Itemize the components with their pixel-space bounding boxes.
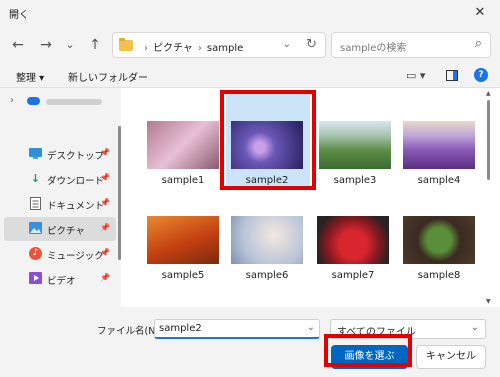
filename-label: ファイル名(N):: [97, 326, 163, 337]
file-name: sample6: [245, 270, 289, 281]
view-mode-icon[interactable]: ▭ ▾: [406, 69, 425, 82]
address-bar[interactable]: › ピクチャ › sample ⌄ ↻: [112, 32, 326, 58]
sidebar-item-label: ミュージック: [47, 251, 104, 262]
pin-icon: 📌: [100, 148, 110, 157]
thumbnail-image: [317, 216, 389, 264]
folder-icon: [119, 38, 133, 51]
download-icon: ↓: [30, 172, 41, 185]
command-bar: 整理 ▾ 新しいフォルダー ▭ ▾ ?: [0, 64, 500, 88]
file-item[interactable]: sample8: [398, 213, 488, 313]
back-arrow-icon[interactable]: ←: [8, 35, 28, 55]
thumbnail-image: [403, 121, 475, 169]
desktop-icon: [29, 147, 42, 160]
file-name: sample4: [417, 175, 461, 186]
organize-button[interactable]: 整理 ▾: [16, 69, 44, 84]
thumbnail-image: [231, 216, 303, 264]
scroll-down-icon[interactable]: ▼: [486, 298, 491, 305]
selection-highlight-frame: [220, 90, 316, 190]
forward-arrow-icon[interactable]: →: [36, 35, 56, 55]
close-icon[interactable]: ✕: [460, 0, 500, 26]
help-icon[interactable]: ?: [474, 68, 488, 82]
pin-icon: 📌: [100, 223, 110, 232]
thumbnail-image: [403, 216, 475, 264]
thumbnail-image: [147, 121, 219, 169]
cloud-icon: [27, 97, 40, 105]
file-name: sample5: [161, 270, 205, 281]
navigation-pane: › デスクトップ 📌 ↓ ダウンロード 📌 ドキュメント 📌 ピクチャ 📌 ♪ …: [0, 88, 121, 307]
new-folder-button[interactable]: 新しいフォルダー: [68, 69, 148, 84]
title-bar: 開く ✕: [0, 0, 500, 26]
thumbnail-image: [319, 121, 391, 169]
pin-icon: 📌: [100, 248, 110, 257]
sidebar-item-documents[interactable]: ドキュメント 📌: [4, 192, 116, 216]
filename-field[interactable]: sample2 ⌄: [154, 319, 320, 339]
sidebar-item-desktop[interactable]: デスクトップ 📌: [4, 142, 116, 166]
documents-icon: [29, 197, 42, 210]
chevron-down-icon[interactable]: ⌄: [307, 322, 315, 333]
breadcrumb-sample[interactable]: sample: [207, 43, 243, 54]
file-item[interactable]: sample1: [142, 118, 232, 218]
recent-locations-icon[interactable]: ⌄: [60, 35, 80, 55]
chevron-down-icon[interactable]: ⌄: [471, 322, 479, 333]
window-title: 開く: [9, 10, 29, 21]
up-arrow-icon[interactable]: ↑: [85, 35, 105, 55]
scroll-up-icon[interactable]: ▲: [486, 90, 491, 97]
onedrive-account[interactable]: ›: [10, 94, 120, 110]
file-name: sample1: [161, 175, 205, 186]
sidebar-item-label: デスクトップ: [47, 151, 105, 162]
breadcrumb: › ピクチャ › sample: [144, 43, 244, 54]
sidebar-item-downloads[interactable]: ↓ ダウンロード 📌: [4, 167, 116, 191]
file-item[interactable]: sample5: [142, 213, 232, 313]
pictures-icon: [29, 222, 42, 235]
pin-icon: 📌: [100, 273, 110, 282]
file-name: sample3: [333, 175, 377, 186]
expand-icon[interactable]: ›: [10, 95, 14, 106]
file-item[interactable]: sample6: [226, 213, 316, 313]
sidebar-item-label: ダウンロード: [47, 176, 105, 187]
search-icon[interactable]: ⌕: [475, 36, 482, 51]
sidebar-scrollbar[interactable]: [118, 126, 121, 260]
filename-value[interactable]: sample2: [159, 323, 202, 334]
pin-icon: 📌: [100, 198, 110, 207]
sidebar-item-label: ピクチャ: [47, 226, 85, 237]
videos-icon: [29, 272, 42, 285]
dialog-footer: ファイル名(N): sample2 ⌄ すべてのファイル ⌄ 画像を選ぶ キャン…: [0, 307, 500, 377]
account-name-redacted: [46, 99, 102, 105]
thumbnail-image: [147, 216, 219, 264]
sidebar-item-label: ドキュメント: [47, 201, 105, 212]
sidebar-item-music[interactable]: ♪ ミュージック 📌: [4, 242, 116, 266]
file-item[interactable]: sample4: [398, 118, 488, 218]
navigation-bar: ← → ⌄ ↑ › ピクチャ › sample ⌄ ↻ sampleの検索 ⌕: [0, 26, 500, 64]
pin-icon: 📌: [100, 173, 110, 182]
sidebar-item-videos[interactable]: ビデオ 📌: [4, 267, 116, 291]
content-scrollbar[interactable]: [487, 100, 490, 180]
sidebar-item-pictures[interactable]: ピクチャ 📌: [4, 217, 116, 241]
file-name: sample8: [417, 270, 461, 281]
file-item[interactable]: sample7: [312, 213, 402, 313]
open-button-highlight-frame: [324, 334, 412, 367]
breadcrumb-pictures[interactable]: ピクチャ: [153, 43, 193, 54]
file-item[interactable]: sample3: [314, 118, 404, 218]
preview-pane-icon[interactable]: [446, 70, 458, 81]
search-placeholder: sampleの検索: [340, 43, 407, 54]
file-name: sample7: [331, 270, 375, 281]
search-input[interactable]: sampleの検索 ⌕: [331, 32, 491, 58]
chevron-down-icon[interactable]: ⌄: [283, 39, 291, 50]
sidebar-item-label: ビデオ: [47, 276, 76, 287]
cancel-button[interactable]: キャンセル: [416, 345, 486, 369]
refresh-icon[interactable]: ↻: [306, 37, 317, 52]
music-icon: ♪: [29, 247, 42, 260]
